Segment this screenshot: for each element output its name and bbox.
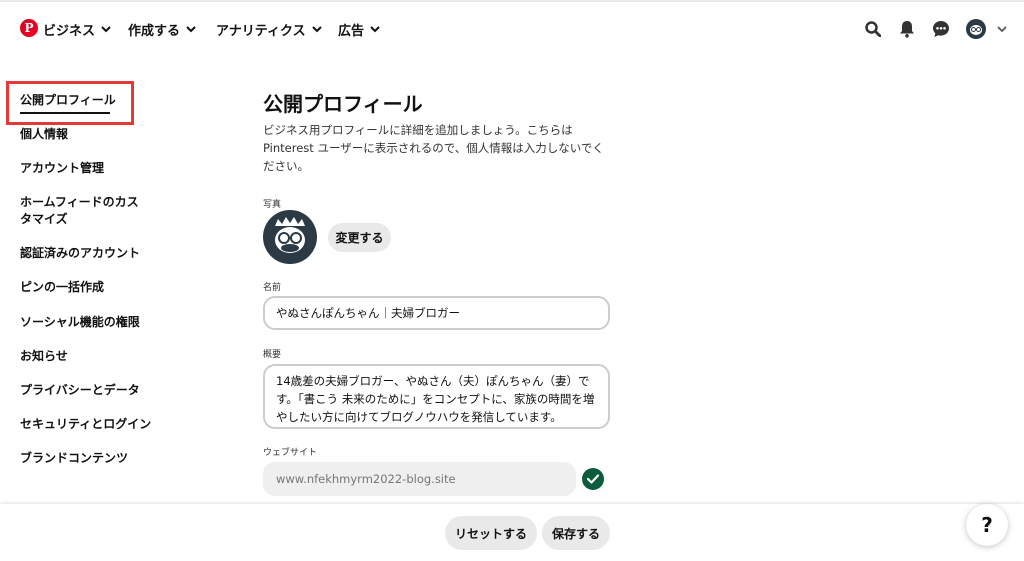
reset-button[interactable]: リセットする [445,516,537,550]
top-header: P ビジネス 作成する アナリティクス 広告 [0,2,1024,54]
sidebar-item-account-management[interactable]: アカウント管理 [20,160,160,177]
sidebar-item-bulk-pins[interactable]: ピンの一括作成 [20,279,160,296]
photo-label: 写真 [263,200,282,210]
search-icon[interactable] [863,19,883,39]
website-field[interactable]: www.nfekhmyrm2022-blog.site [263,462,576,496]
save-button[interactable]: 保存する [542,516,610,550]
profile-avatar [263,210,317,264]
chevron-down-icon [101,26,111,33]
nav-analytics[interactable]: アナリティクス [216,20,322,39]
sidebar-item-privacy-data[interactable]: プライバシーとデータ [20,382,160,399]
change-photo-button[interactable]: 変更する [328,223,391,252]
name-label: 名前 [263,283,282,293]
chevron-down-icon [370,26,380,33]
nav-ads-label: 広告 [338,24,365,39]
active-item-underline [20,112,110,114]
nav-create[interactable]: 作成する [128,20,196,39]
name-field[interactable]: やぬさんぽんちゃん｜夫婦ブロガー [263,296,610,330]
sidebar-item-branded-content[interactable]: ブランドコンテンツ [20,450,160,467]
sidebar-item-verified-accounts[interactable]: 認証済みのアカウント [20,245,160,262]
chat-icon[interactable] [931,19,951,39]
sidebar-item-personal-info[interactable]: 個人情報 [20,126,160,143]
verified-check-icon [582,468,604,490]
sidebar-item-social-permissions[interactable]: ソーシャル機能の権限 [20,314,160,331]
about-textarea[interactable]: 14歳差の夫婦ブロガー、やぬさん（夫）ぽんちゃん（妻）です。「書こう 未来のため… [263,364,610,429]
chevron-down-icon[interactable] [992,19,1012,39]
pinterest-logo-icon[interactable]: P [20,19,38,37]
help-button[interactable]: ? [966,504,1008,546]
sidebar-item-public-profile[interactable]: 公開プロフィール [20,92,160,109]
page-description: ビジネス用プロフィールに詳細を追加しましょう。こちらは Pinterest ユー… [263,123,604,173]
sidebar-item-home-feed[interactable]: ホームフィードのカスタマイズ [20,194,148,228]
nav-analytics-label: アナリティクス [216,24,306,39]
avatar[interactable] [966,19,986,39]
chevron-down-icon [311,26,322,33]
bell-icon[interactable] [897,19,917,39]
sidebar-item-notifications[interactable]: お知らせ [20,348,160,365]
nav-ads[interactable]: 広告 [338,20,380,39]
about-label: 概要 [263,350,282,360]
nav-business[interactable]: ビジネス [43,20,111,39]
website-label: ウェブサイト [263,448,318,458]
sidebar-item-security-login[interactable]: セキュリティとログイン [20,416,160,433]
nav-create-label: 作成する [128,24,181,39]
nav-business-label: ビジネス [43,24,96,39]
chevron-down-icon [186,26,196,33]
page-title: 公開プロフィール [263,92,423,116]
